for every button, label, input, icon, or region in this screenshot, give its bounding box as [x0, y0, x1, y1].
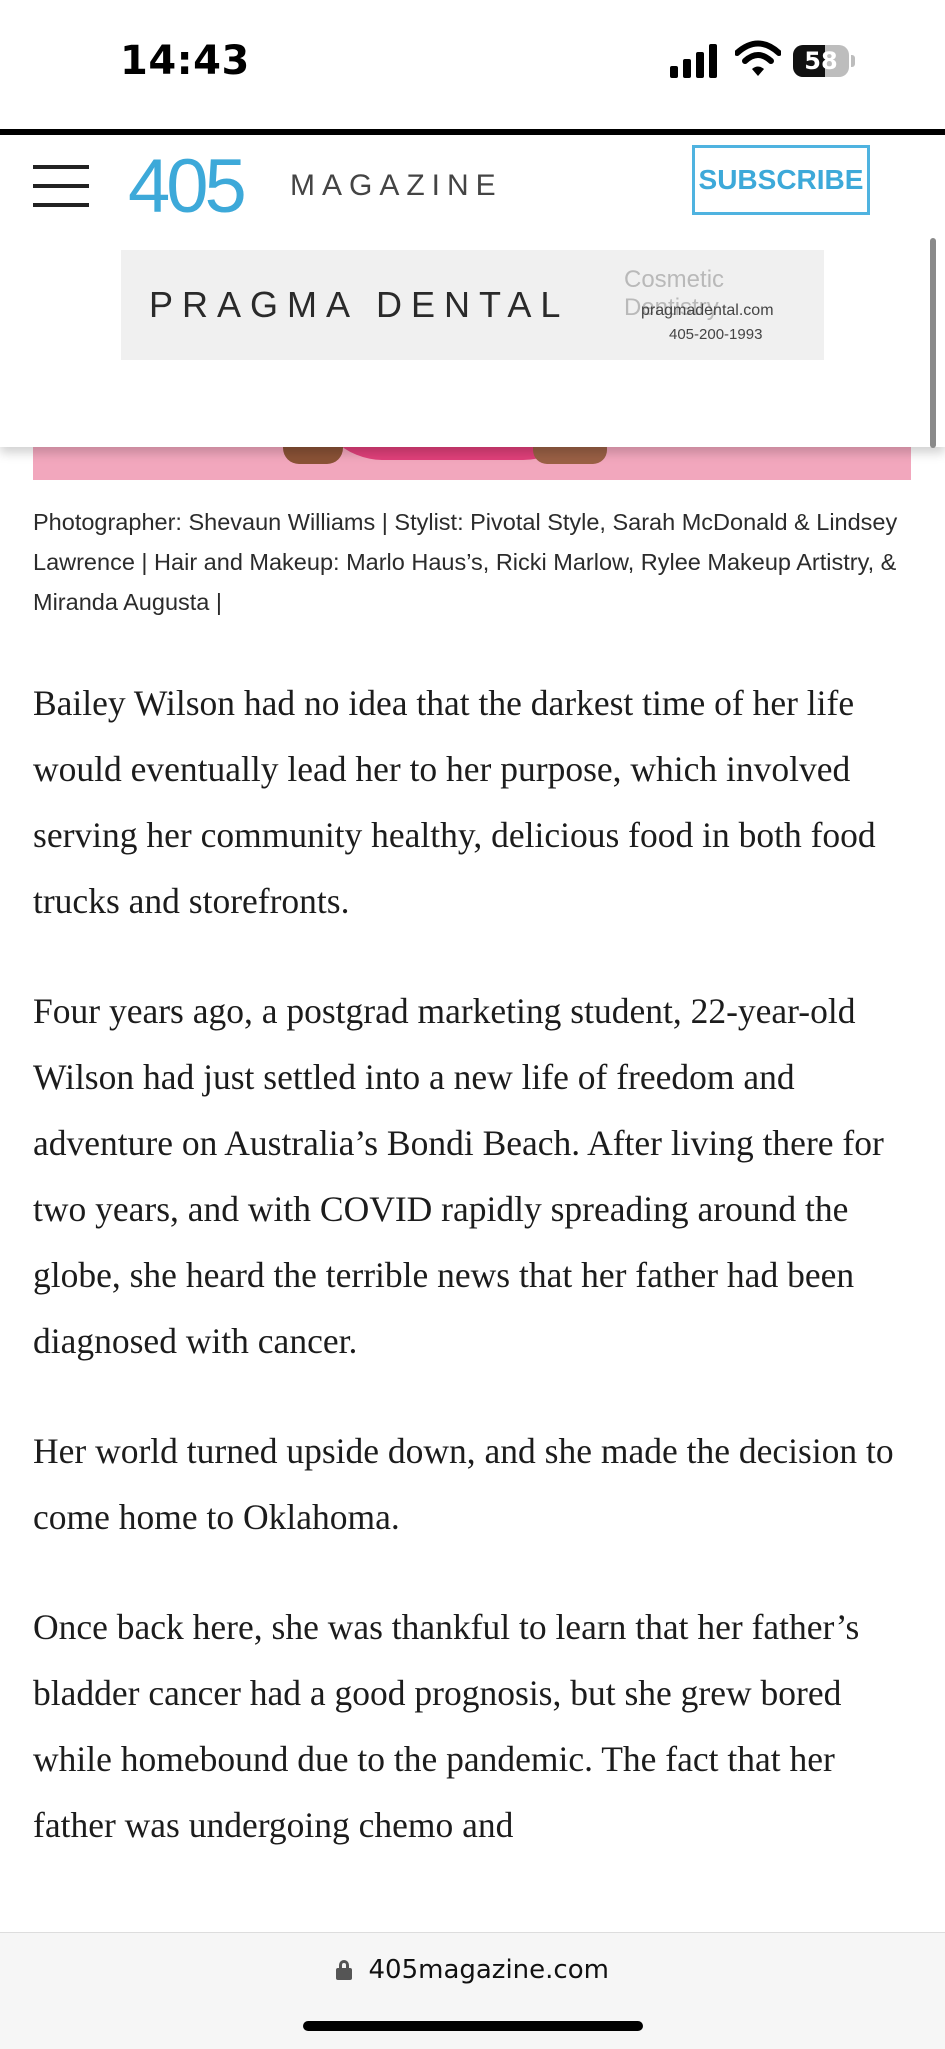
site-logo-word[interactable]: MAGAZINE: [290, 169, 503, 203]
ad-phone: 405-200-1993: [669, 326, 763, 343]
wifi-icon: [735, 40, 781, 76]
lock-icon: [336, 1960, 353, 1980]
article-paragraph: Once back here, she was thankful to lear…: [33, 1607, 860, 1845]
address-url[interactable]: 405magazine.com: [368, 1955, 608, 1985]
page-scrollbar[interactable]: [930, 238, 936, 448]
ad-url: pragmadental.com: [641, 302, 774, 319]
site-logo-number[interactable]: 405: [128, 143, 247, 230]
battery-level: 58: [804, 47, 838, 75]
hamburger-menu-icon[interactable]: [33, 165, 89, 207]
article-paragraph: Four years ago, a postgrad marketing stu…: [33, 991, 884, 1361]
ad-brand: PRAGMA DENTAL: [149, 284, 570, 325]
photo-caption: Photographer: Shevaun Williams | Stylist…: [33, 509, 898, 615]
banner-ad[interactable]: PRAGMA DENTAL Cosmetic Dentistry pragmad…: [121, 250, 824, 360]
battery-icon: 58: [793, 45, 855, 77]
home-indicator[interactable]: [303, 2021, 643, 2031]
subscribe-button[interactable]: SUBSCRIBE: [692, 145, 870, 215]
article-paragraph: Her world turned upside down, and she ma…: [33, 1431, 894, 1537]
cellular-signal-icon: [670, 44, 717, 78]
site-header: 405 MAGAZINE SUBSCRIBE PRAGMA DENTAL Cos…: [0, 135, 945, 447]
article-paragraph: Bailey Wilson had no idea that the darke…: [33, 683, 876, 921]
browser-address-bar[interactable]: 405magazine.com: [0, 1932, 945, 2049]
status-time: 14:43: [120, 38, 250, 84]
status-bar: 14:43 58: [0, 0, 945, 130]
article-body: Bailey Wilson had no idea that the darke…: [33, 670, 913, 1902]
